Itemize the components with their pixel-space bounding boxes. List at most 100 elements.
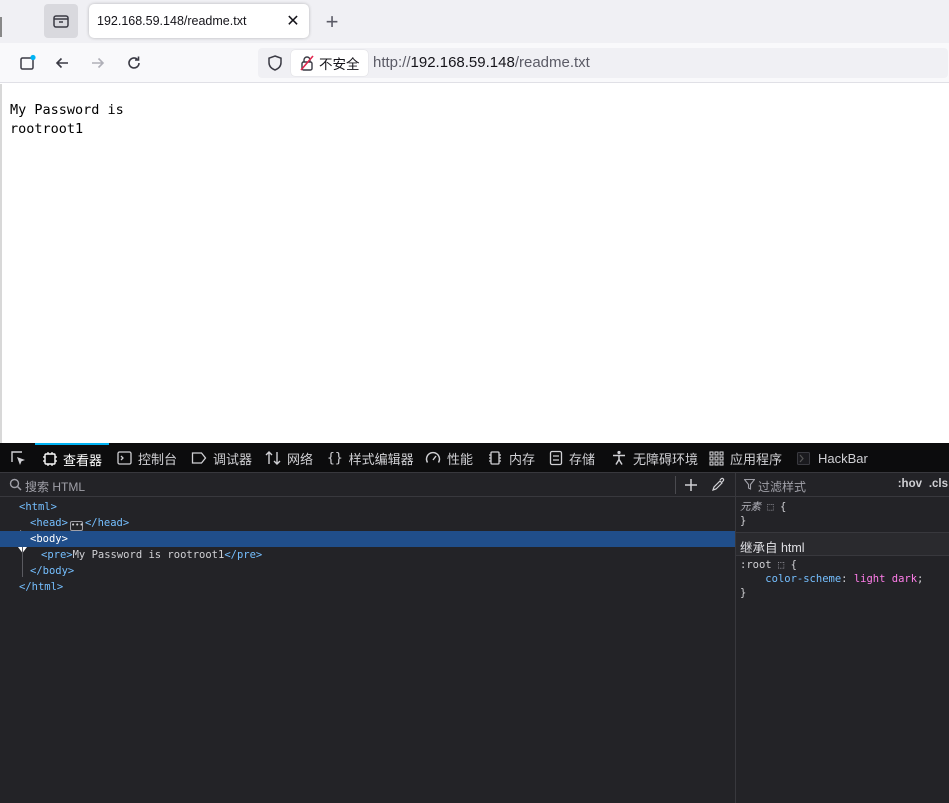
inspector-icon <box>43 452 57 466</box>
node-head[interactable]: <head> •••</head> <box>0 515 735 538</box>
collapsed-content-icon[interactable]: ••• <box>69 521 84 531</box>
forward-button[interactable] <box>86 51 110 75</box>
search-icon <box>9 478 22 491</box>
add-node-icon[interactable] <box>684 478 698 492</box>
folder-icon <box>53 15 69 28</box>
tab-network-label: 网络 <box>287 451 314 467</box>
tab-title: 192.168.59.148/readme.txt <box>97 14 247 28</box>
tab-application[interactable]: 应用程序 <box>709 443 782 473</box>
tab-memory[interactable]: 内存 <box>487 443 535 473</box>
root-rule-close: } <box>740 587 747 599</box>
body-open-tag: <body> <box>30 533 68 545</box>
readme-text: My Password is rootroot1 <box>10 101 124 139</box>
sidebar-button[interactable] <box>15 51 39 75</box>
insecure-connection-badge[interactable]: 不安全 <box>291 50 368 76</box>
back-arrow-icon <box>55 57 68 69</box>
html-search-input[interactable]: 搜索 HTML <box>25 478 85 495</box>
element-rule: 元素 ⬚ { } <box>740 500 786 528</box>
memory-icon <box>489 451 501 465</box>
tab-storage-label: 存储 <box>569 451 596 467</box>
window-edge <box>0 17 3 37</box>
element-rule-close: } <box>740 515 747 527</box>
body-indent-guide <box>22 547 23 577</box>
pre-open-tag: <pre> <box>41 549 73 561</box>
tab-list-button[interactable] <box>44 4 78 38</box>
pre-close-tag: </pre> <box>224 549 263 561</box>
insecure-label: 不安全 <box>319 57 360 72</box>
highlight-selector-icon[interactable]: ⬚ <box>767 501 773 513</box>
pre-text-content: My Password is rootroot1 <box>72 549 225 561</box>
root-rule: :root ⬚ { color-scheme: light dark; } <box>740 559 924 599</box>
tab-inspector[interactable]: 查看器 <box>35 443 110 473</box>
tab-accessibility-label: 无障碍环境 <box>633 451 699 467</box>
style-editor-icon: {} <box>327 450 343 466</box>
tab-performance-label: 性能 <box>447 451 474 467</box>
new-tab-button[interactable]: + <box>320 9 344 34</box>
url-bar[interactable]: 不安全 http://192.168.59.148/readme.txt <box>258 48 948 78</box>
root-highlight-icon[interactable]: ⬚ <box>778 559 784 571</box>
color-scheme-property[interactable]: color-scheme <box>765 573 841 585</box>
shield-icon[interactable] <box>266 54 284 72</box>
cls-toggle[interactable]: .cls <box>929 478 948 490</box>
eyedropper-icon[interactable] <box>711 477 726 492</box>
network-icon <box>265 451 281 465</box>
tab-storage[interactable]: 存储 <box>549 443 595 473</box>
url-host: 192.168.59.148 <box>410 54 515 71</box>
head-close-tag: </head> <box>84 517 130 529</box>
readme-line-2: rootroot1 <box>10 121 84 137</box>
node-html-close[interactable]: </html> <box>0 579 735 595</box>
tab-hackbar[interactable]: HackBar <box>797 443 868 473</box>
insecure-lock-icon <box>300 55 314 71</box>
url-path: /readme.txt <box>514 54 590 71</box>
url-scheme: http:// <box>373 54 411 71</box>
performance-icon <box>425 451 441 463</box>
filter-icon <box>744 479 755 490</box>
tab-inspector-label: 查看器 <box>63 452 103 468</box>
tab-console-label: 控制台 <box>138 451 178 467</box>
rules-panel: 过滤样式 :hov .cls 元素 ⬚ { } 继承自 html :root ⬚… <box>735 473 949 803</box>
tab-debugger-label: 调试器 <box>213 451 253 467</box>
inspector-panel: 搜索 HTML <html> <head> •••</head> <body> <… <box>0 473 735 803</box>
close-tab-icon[interactable]: ✕ <box>285 13 301 30</box>
node-html-open[interactable]: <html> <box>0 499 735 515</box>
node-pre[interactable]: <pre>My Password is rootroot1</pre> <box>0 547 735 563</box>
hackbar-icon <box>797 451 810 465</box>
body-close-tag: </body> <box>30 565 75 577</box>
style-filter-input[interactable]: 过滤样式 <box>758 478 806 495</box>
tab-style-editor[interactable]: {} 样式编辑器 <box>327 443 414 473</box>
reload-icon <box>128 56 140 69</box>
reload-button[interactable] <box>122 51 146 75</box>
readme-line-1: My Password is <box>10 102 124 118</box>
node-body-open[interactable]: <body> <box>0 531 735 553</box>
element-rule-label: 元素 <box>740 501 761 513</box>
tab-performance[interactable]: 性能 <box>425 443 473 473</box>
hov-toggle[interactable]: :hov <box>898 478 922 490</box>
sidebar-icon <box>20 54 36 70</box>
tab-network[interactable]: 网络 <box>265 443 313 473</box>
inherited-label: 继承自 html <box>740 541 805 555</box>
element-rule-open: { <box>779 501 787 513</box>
tab-accessibility[interactable]: 无障碍环境 <box>611 443 698 473</box>
tab-style-editor-label: 样式编辑器 <box>348 451 414 467</box>
tab-console[interactable]: 控制台 <box>117 443 177 473</box>
navigation-bar: 不安全 http://192.168.59.148/readme.txt <box>0 43 949 83</box>
style-filter-bar[interactable]: 过滤样式 :hov .cls <box>736 473 949 497</box>
debugger-icon <box>191 452 207 464</box>
head-open-tag: <head> <box>30 517 68 529</box>
tab-memory-label: 内存 <box>509 451 536 467</box>
active-tab[interactable]: 192.168.59.148/readme.txt ✕ <box>89 4 309 38</box>
html-open-tag: <html> <box>19 501 57 513</box>
node-body-close[interactable]: </body> <box>0 563 735 579</box>
element-picker-button[interactable] <box>9 443 27 473</box>
inherited-header: 继承自 html <box>736 532 949 556</box>
color-scheme-value[interactable]: light dark <box>854 573 917 585</box>
url-text[interactable]: http://192.168.59.148/readme.txt <box>373 54 590 71</box>
back-button[interactable] <box>50 51 74 75</box>
devtools-toolbar: 查看器 控制台 调试器 网络 {} 样式编辑器 性能 内存 存储 无障碍环境 应… <box>0 443 949 473</box>
root-rule-open: { <box>790 559 797 571</box>
application-icon <box>709 450 724 466</box>
html-search-bar[interactable]: 搜索 HTML <box>0 473 735 497</box>
html-close-tag: </html> <box>19 581 64 593</box>
search-divider <box>675 476 676 494</box>
tab-debugger[interactable]: 调试器 <box>191 443 252 473</box>
